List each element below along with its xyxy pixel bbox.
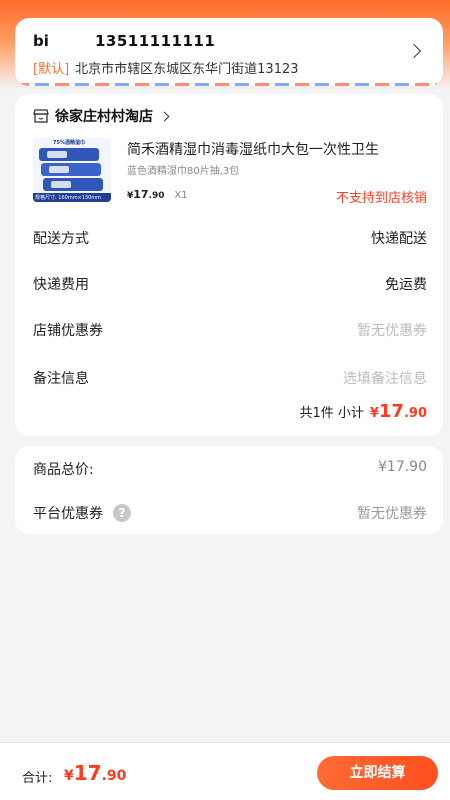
recipient-name: bi [33,32,49,50]
price-integer: 17 [133,188,149,201]
chevron-right-icon [159,111,170,121]
no-store-verification-note: 不支持到店核销 [335,191,427,206]
currency-symbol: ¥ [64,768,74,784]
delivery-method-row[interactable]: 配送方式 快递配送 [33,228,427,248]
address-line: [默认] 北京市市辖区东城区东华门街道13123 [33,58,299,77]
store-coupon-row[interactable]: 店铺优惠券 暂无优惠券 [33,320,427,340]
default-address-tag: [默认] [33,62,70,77]
goods-total-label: 商品总价: [33,462,94,478]
platform-coupon-label-group: 平台优惠券 ? [33,503,131,523]
goods-total-row: 商品总价: ¥17.90 [33,459,427,479]
store-subtotal: 共1件 小计 ¥17.90 [299,401,427,422]
shipping-fee-row: 快递费用 免运费 [33,274,427,294]
help-icon[interactable]: ? [113,504,131,522]
checkout-bar: 合计: ¥17.90 立即结算 [0,742,450,800]
total-label: 合计: [22,771,53,786]
subtotal-label: 共1件 小计 [299,406,364,421]
address-detail: 北京市市辖区东城区东华门街道13123 [75,62,299,77]
platform-coupon-label: 平台优惠券 [33,506,103,522]
product-quantity: X1 [174,190,188,201]
store-icon [33,109,49,123]
goods-total-value: ¥17.90 [378,459,427,475]
envelope-stripe [15,83,443,86]
shipping-fee-value: 免运费 [385,277,427,293]
price-decimal: .90 [101,768,127,784]
store-header[interactable]: 徐家庄村村淘店 [33,106,170,126]
product-spec: 蓝色酒精湿巾80片抽,3包 [127,166,240,177]
remark-row: 备注信息 选填备注信息 [33,368,427,388]
checkout-button[interactable]: 立即结算 [317,756,438,790]
store-coupon-value: 暂无优惠券 [357,323,427,339]
delivery-method-value: 快递配送 [371,231,427,247]
shipping-fee-label: 快递费用 [33,277,89,293]
currency-symbol: ¥ [369,406,379,421]
chevron-right-icon[interactable] [406,43,422,59]
delivery-method-label: 配送方式 [33,231,89,247]
product-image-caption-bottom: 规格尺寸: 160mm×130mm [35,195,102,201]
price-integer: 17 [378,401,404,422]
recipient-phone: 13511111111 [95,32,216,50]
store-coupon-label: 店铺优惠券 [33,323,103,339]
product-image-caption-top: 75%酒精湿巾 [53,140,85,146]
product-image[interactable]: 75%酒精湿巾 规格尺寸: 160mm×130mm [33,138,111,202]
price-summary-card: 商品总价: ¥17.90 平台优惠券 ? 暂无优惠券 [15,446,443,534]
price-decimal: .90 [403,406,427,421]
price-decimal: .90 [148,191,165,201]
product-price: ¥17.90 X1 [127,188,188,201]
subtotal-price: ¥17.90 [370,401,427,422]
product-title[interactable]: 简禾酒精湿巾消毒湿纸巾大包一次性卫生 [127,139,429,159]
remark-input[interactable]: 选填备注信息 [343,368,427,388]
platform-coupon-value: 暂无优惠券 [357,506,427,522]
store-order-card: 徐家庄村村淘店 75%酒精湿巾 规格尺寸: 160mm×130mm 简禾酒精湿巾… [15,94,443,436]
remark-label: 备注信息 [33,371,89,387]
store-name: 徐家庄村村淘店 [55,109,153,125]
platform-coupon-row[interactable]: 平台优惠券 ? 暂无优惠券 [33,503,427,523]
total-price: ¥17.90 [64,761,126,785]
wet-wipes-package-icon [33,138,111,202]
price-integer: 17 [73,761,102,785]
address-card[interactable]: bi 13511111111 [默认] 北京市市辖区东城区东华门街道13123 [15,18,443,86]
